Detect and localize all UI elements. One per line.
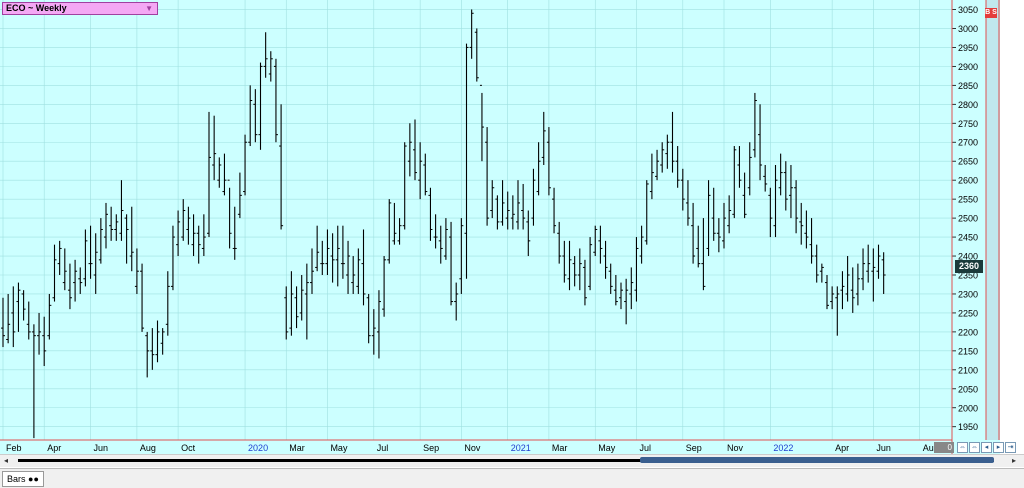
x-tick-label: 2020	[248, 443, 268, 453]
x-tick-label: Sep	[686, 443, 702, 453]
y-tick-label: 2750	[958, 119, 978, 129]
x-tick-label: Apr	[835, 443, 849, 453]
scroll-left-icon[interactable]: ◂	[981, 442, 992, 453]
y-tick-label: 2450	[958, 233, 978, 243]
x-tick-label: May	[598, 443, 616, 453]
scroll-right-icon[interactable]: ▸	[993, 442, 1004, 453]
x-tick-label: Sep	[423, 443, 439, 453]
scroll-left-arrow-icon[interactable]: ◂	[4, 456, 8, 465]
y-tick-label: 3050	[958, 5, 978, 15]
x-tick-label: 2021	[511, 443, 531, 453]
scroll-right-arrow-icon[interactable]: ▸	[1012, 456, 1016, 465]
counter-box: 0	[934, 442, 954, 453]
y-tick-label: 2800	[958, 100, 978, 110]
zoom-in-icon[interactable]: ⇔	[969, 442, 980, 453]
y-tick-label: 2500	[958, 214, 978, 224]
symbol-title: ECO ~ Weekly	[6, 3, 67, 13]
toggle-icon: ●●	[28, 474, 39, 484]
y-tick-label: 3000	[958, 24, 978, 34]
zoom-out-icon[interactable]: ⇔	[957, 442, 968, 453]
x-tick-label: Aug	[140, 443, 156, 453]
far-right-panel	[1000, 0, 1024, 454]
bottom-bar	[0, 468, 1024, 488]
y-tick-label: 2050	[958, 384, 978, 394]
x-tick-label: Mar	[552, 443, 568, 453]
x-tick-label: Nov	[464, 443, 481, 453]
last-price-tag: 2360	[955, 260, 983, 273]
bars-tab-label: Bars	[7, 474, 26, 484]
x-tick-label: Jul	[639, 443, 651, 453]
x-tick-label: Feb	[6, 443, 22, 453]
y-tick-label: 1950	[958, 422, 978, 432]
y-tick-label: 2550	[958, 195, 978, 205]
x-tick-label: Mar	[289, 443, 305, 453]
x-tick-label: Nov	[727, 443, 744, 453]
x-tick-label: Apr	[47, 443, 61, 453]
y-tick-label: 2250	[958, 308, 978, 318]
bars-tab[interactable]: Bars ●●	[2, 471, 44, 487]
x-tick-label: 2022	[773, 443, 793, 453]
chart-svg: 1950200020502100215022002250230023502400…	[0, 0, 1024, 454]
x-tick-label: Jun	[876, 443, 891, 453]
y-tick-label: 2850	[958, 81, 978, 91]
scroll-thumb[interactable]	[640, 457, 994, 463]
dropdown-arrow-icon[interactable]: ▼	[145, 3, 153, 14]
expand-icon[interactable]: ⇥	[1005, 442, 1016, 453]
y-tick-label: 2650	[958, 157, 978, 167]
x-tick-label: Oct	[181, 443, 196, 453]
y-tick-label: 2100	[958, 365, 978, 375]
buy-sell-tag[interactable]: B S	[985, 8, 997, 18]
x-tick-label: Jun	[94, 443, 109, 453]
y-tick-label: 2000	[958, 403, 978, 413]
x-tick-label: Jul	[377, 443, 389, 453]
symbol-selector[interactable]: ECO ~ Weekly ▼	[2, 2, 158, 15]
plot-background	[0, 0, 952, 440]
y-tick-label: 2950	[958, 43, 978, 53]
y-tick-label: 2700	[958, 138, 978, 148]
y-tick-label: 2900	[958, 62, 978, 72]
y-tick-label: 2600	[958, 176, 978, 186]
y-tick-label: 2150	[958, 346, 978, 356]
right-gutter	[986, 0, 1000, 440]
y-tick-label: 2300	[958, 289, 978, 299]
x-tick-label: May	[330, 443, 348, 453]
y-tick-label: 2200	[958, 327, 978, 337]
